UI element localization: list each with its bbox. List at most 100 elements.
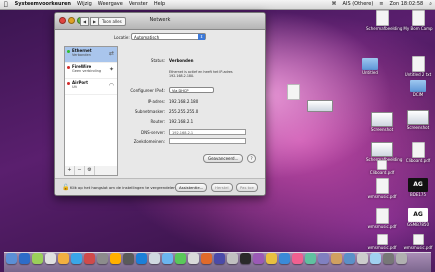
menu-item-weergave[interactable]: Weergave — [95, 0, 126, 9]
help-button[interactable]: ? — [247, 154, 256, 163]
dock-app-icon[interactable] — [136, 253, 147, 264]
service-item-firewire[interactable]: FireWire Geen verbinding ✦ — [65, 63, 117, 79]
menu-item-venster[interactable]: Venster — [126, 0, 151, 9]
desktop-icon[interactable]: Untitled — [354, 58, 386, 76]
subnet-value: 255.255.255.0 — [169, 109, 199, 114]
dock-app-icon[interactable] — [253, 253, 264, 264]
dock-app-icon[interactable] — [201, 253, 212, 264]
desktop-icon[interactable]: wmsmusic.pdf — [366, 208, 398, 230]
dock-app-icon[interactable] — [292, 253, 303, 264]
menu-app-name[interactable]: Systeemvoorkeuren — [12, 0, 74, 9]
menu-status-area: ⌘ AIS (Othere) ≡ Zon 18:02:58 ⌕ — [329, 0, 435, 9]
dock-app-icon[interactable] — [370, 253, 381, 264]
router-value: 192.168.2.1 — [169, 119, 194, 124]
dock-app-icon[interactable] — [305, 253, 316, 264]
desktop-icon-label: BDE175 — [410, 192, 426, 197]
dock-app-icon[interactable] — [383, 253, 394, 264]
dns-field[interactable]: 192.168.2.1 — [169, 129, 246, 135]
dock-app-icon[interactable] — [97, 253, 108, 264]
revert-button[interactable]: Herstel — [211, 183, 233, 192]
screenshot-thumbnail-icon — [371, 142, 393, 157]
window-titlebar[interactable]: ◀ ▶ Toon alles Netwerk — [55, 13, 265, 30]
dock-app-icon[interactable] — [331, 253, 342, 264]
dock-app-icon[interactable] — [396, 253, 407, 264]
desktop-icon[interactable]: Screenshot — [402, 110, 434, 131]
desktop-icon[interactable]: wmsmusic.pdf — [366, 178, 398, 200]
desktop-icon-screenshot[interactable] — [306, 100, 334, 113]
dock-app-icon[interactable] — [240, 253, 251, 264]
service-status: Uit — [72, 85, 77, 89]
location-bar: Locatie: Automatisch ⇕ — [55, 30, 265, 44]
dock-app-icon[interactable] — [266, 253, 277, 264]
desktop-icon[interactable]: My Bom Camp — [402, 10, 434, 32]
ip-value: 192.168.2.180 — [169, 99, 199, 104]
desktop-icon-doc[interactable] — [282, 84, 304, 101]
screenshot-thumbnail-icon — [407, 110, 429, 125]
service-item-ethernet[interactable]: Ethernet Verbonden ⇄ — [65, 47, 117, 63]
desktop-icon[interactable]: Untitled 2 txt — [402, 56, 434, 78]
gear-icon[interactable]: ⚙ — [85, 166, 95, 175]
desktop-icon-label: GSMB7850 — [406, 222, 429, 227]
ag-logo-icon: AG — [408, 208, 428, 222]
document-icon — [375, 178, 389, 194]
configure-ipv4-select[interactable]: Via DHCP — [169, 87, 214, 93]
dock-app-icon[interactable] — [32, 253, 43, 264]
status-dot-icon — [67, 66, 70, 69]
desktop-icon-label: My Bom Camp — [403, 26, 433, 31]
menu-extra-list-icon[interactable]: ≡ — [376, 0, 386, 9]
dock-app-icon[interactable] — [175, 253, 186, 264]
ip-label: IP-adres: — [147, 99, 165, 104]
menu-extra-network[interactable]: AIS (Othere) — [340, 0, 377, 9]
dock-app-icon[interactable] — [344, 253, 355, 264]
folder-icon — [362, 58, 378, 70]
desktop-icon[interactable]: AG GSMB7850 — [402, 208, 434, 228]
remove-service-button[interactable]: − — [75, 166, 85, 175]
service-item-airport[interactable]: AirPort Uit ◠ — [65, 79, 117, 95]
menu-item-wijzig[interactable]: Wijzig — [74, 0, 95, 9]
assistant-button[interactable]: Assistentie... — [175, 183, 208, 192]
dock-app-icon[interactable] — [357, 253, 368, 264]
dock-app-icon[interactable] — [19, 253, 30, 264]
screenshot-thumbnail-icon — [307, 100, 333, 112]
location-select[interactable]: Automatisch ⇕ — [131, 33, 206, 40]
spotlight-icon[interactable]: ⌕ — [426, 0, 435, 9]
dock-app-icon[interactable] — [123, 253, 134, 264]
dock-app-icon[interactable] — [162, 253, 173, 264]
dock-app-icon[interactable] — [71, 253, 82, 264]
lock-icon[interactable]: 🔓 — [62, 184, 69, 191]
dock-app-icon[interactable] — [84, 253, 95, 264]
dock-app-icon[interactable] — [58, 253, 69, 264]
dock-app-icon[interactable] — [6, 253, 17, 264]
dock-app-icon[interactable] — [149, 253, 160, 264]
dock-app-icon[interactable] — [45, 253, 56, 264]
apply-button[interactable]: Pas toe — [236, 183, 258, 192]
ethernet-icon: ⇄ — [108, 50, 114, 57]
advanced-button[interactable]: Geavanceerd... — [203, 154, 244, 163]
document-icon — [286, 84, 300, 100]
desktop-icon[interactable]: Screenshot — [366, 112, 398, 133]
menu-extra-icon[interactable]: ⌘ — [329, 0, 340, 9]
add-service-button[interactable]: + — [65, 166, 75, 175]
desktop-icon[interactable]: wmsmusic.pdf — [402, 234, 434, 251]
desktop-icon[interactable]: Cliboard.pdf — [366, 160, 398, 176]
desktop-icon[interactable]: AG BDE175 — [402, 178, 434, 198]
desktop-icon-label: DCIM — [412, 92, 424, 97]
desktop-icon[interactable]: DCIM — [402, 80, 434, 98]
desktop-icon[interactable]: wmsmusic.pdf — [366, 234, 398, 251]
dock-app-icon[interactable] — [227, 253, 238, 264]
search-domain-field[interactable] — [169, 138, 246, 144]
menu-clock[interactable]: Zon 18:02:58 — [386, 0, 426, 9]
desktop-icon[interactable]: Schermafbeelding — [366, 10, 402, 32]
window-title: Netwerk — [149, 17, 171, 23]
desktop-icon[interactable]: Cliboard.pdf — [402, 142, 434, 164]
dock-app-icon[interactable] — [318, 253, 329, 264]
service-status: Verbonden — [72, 53, 91, 57]
apple-menu-icon[interactable]:  — [0, 0, 12, 9]
dock-app-icon[interactable] — [188, 253, 199, 264]
desktop-icon-label: Untitled — [362, 70, 378, 75]
dock-app-icon[interactable] — [214, 253, 225, 264]
menu-item-help[interactable]: Help — [151, 0, 168, 9]
status-description: Ethernet is actief en heeft het IP-adres… — [169, 70, 233, 78]
dock-app-icon[interactable] — [279, 253, 290, 264]
dock-app-icon[interactable] — [110, 253, 121, 264]
